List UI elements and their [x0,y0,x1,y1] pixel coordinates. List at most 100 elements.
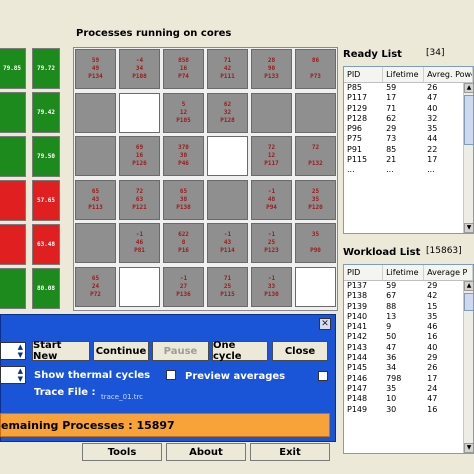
core-temperature-cell [0,180,26,221]
core-metric: -1 [267,187,276,195]
process-id: P108 [132,73,147,80]
chevron-down-icon[interactable]: ▼ [18,351,23,359]
preview-averages-checkbox[interactable] [318,371,328,381]
core-metric: 43 [223,239,232,247]
core-temperature-cell: 79.72 [32,48,60,89]
list-item[interactable]: P75 73 44 [344,134,473,144]
list-item[interactable]: P115 21 17 [344,155,473,165]
exit-button[interactable]: Exit [250,443,330,461]
list-item[interactable]: P144 36 29 [344,353,473,363]
list-item[interactable]: P148 10 47 [344,394,473,404]
show-thermal-checkbox[interactable] [166,370,176,380]
chevron-up-icon[interactable]: ▲ [18,343,23,351]
core-metric: 65 [91,275,100,282]
core-metric: -1 [135,231,144,239]
core-cell: 72 12 P117 [251,136,292,177]
core-cell: 65 43 P113 [75,179,116,220]
process-id: P138 [176,203,191,211]
list-item[interactable]: P138 67 42 [344,291,473,301]
grid-title: Processes running on cores [76,28,232,39]
core-cell: -1 27 P136 [163,267,204,307]
list-item[interactable]: ......... [344,165,473,175]
speed-stepper[interactable]: ▲ ▼ [0,342,26,360]
list-item[interactable]: P146 798 17 [344,374,473,384]
scroll-down-icon[interactable]: ▼ [464,223,473,233]
workload-list-count: [15863] [426,246,462,256]
core-cell: 65 38 P138 [163,179,204,220]
core-metric: 370 [178,144,189,152]
list-item[interactable]: P139 88 15 [344,302,473,312]
process-id: P130 [264,291,279,298]
scroll-up-icon[interactable]: ▲ [464,83,473,93]
about-button[interactable]: About [166,443,246,461]
list-item[interactable]: P140 13 35 [344,312,473,322]
core-cell: 858 16 P74 [163,49,204,89]
scroll-thumb[interactable] [464,95,473,145]
pause-button[interactable]: Pause [152,341,209,361]
scroll-down-icon[interactable]: ▼ [464,443,473,453]
lifetime-cell: 71 [386,103,397,113]
list-item[interactable]: P117 17 47 [344,93,473,103]
chevron-up-icon[interactable]: ▲ [18,367,23,375]
list-item[interactable]: P85 59 26 [344,83,473,93]
pid-cell: P85 [347,83,363,92]
pid-cell: P96 [347,124,363,134]
lifetime-cell: ... [386,165,394,175]
list-item[interactable]: P96 29 35 [344,124,473,134]
list-item[interactable]: P141 9 46 [344,322,473,332]
tools-button[interactable]: Tools [82,443,162,461]
workload-list[interactable]: PID Lifetime Average P P137 59 29 P138 67 42 P… [343,264,474,454]
column-header-lifetime[interactable]: Lifetime [383,265,425,280]
start-new-button[interactable]: Start New [32,340,90,362]
process-id: P123 [264,247,279,255]
lifetime-cell: 85 [386,144,397,154]
lifetime-cell: 62 [386,113,397,123]
list-item[interactable]: P137 59 29 [344,281,473,291]
column-header-power[interactable]: Avreg. Powe [424,67,473,82]
core-metric: 32 [223,108,232,116]
column-header-lifetime[interactable]: Lifetime [383,67,425,82]
scroll-up-icon[interactable]: ▲ [464,281,473,291]
list-item[interactable]: P91 85 22 [344,145,473,155]
lifetime-cell: 59 [386,83,397,92]
pid-cell: P141 [347,322,368,332]
list-item[interactable]: P142 50 16 [344,332,473,342]
column-header-pid[interactable]: PID [344,67,384,82]
core-cell: 370 30 P46 [163,136,204,177]
continue-button[interactable]: Continue [93,341,149,361]
process-id: P111 [220,73,235,80]
process-id: P115 [220,291,235,298]
core-metric: -1 [223,231,232,239]
core-metric: -1 [179,275,188,282]
chevron-down-icon[interactable]: ▼ [18,375,23,383]
pid-cell: P144 [347,353,368,363]
close-icon[interactable]: ✕ [319,318,331,330]
workload-list-header: PID Lifetime Average P [344,265,473,281]
core-temperature-cell: 79.42 [32,92,60,133]
core-metric: 86 [311,57,320,64]
workload-list-scrollbar[interactable]: ▲ ▼ [463,281,473,453]
process-id: P121 [132,203,147,211]
list-item[interactable]: P145 34 26 [344,363,473,373]
ready-list[interactable]: PID Lifetime Avreg. Powe P85 59 26 P117 17 47… [343,66,474,234]
process-id: P134 [88,73,103,80]
column-header-power[interactable]: Average P [424,265,473,280]
list-item[interactable]: P143 47 40 [344,343,473,353]
lifetime-cell: 13 [386,311,397,321]
list-item[interactable]: P128 62 32 [344,114,473,124]
core-cell: -1 25 P123 [251,223,292,264]
cycle-stepper[interactable]: ▲ ▼ [0,366,26,384]
list-item[interactable]: P149 30 16 [344,405,473,415]
one-cycle-button[interactable]: One cycle [212,340,268,362]
core-cell [207,179,248,220]
core-temperature-cell: 57.65 [32,180,60,221]
scroll-thumb[interactable] [464,293,473,311]
ready-list-scrollbar[interactable]: ▲ ▼ [463,83,473,233]
column-header-pid[interactable]: PID [344,265,384,280]
pid-cell: P75 [347,134,363,144]
list-item[interactable]: P147 35 24 [344,384,473,394]
close-button[interactable]: Close [272,341,328,361]
list-item[interactable]: P129 71 40 [344,104,473,114]
process-id: P128 [220,116,235,124]
process-id: P117 [264,160,279,168]
